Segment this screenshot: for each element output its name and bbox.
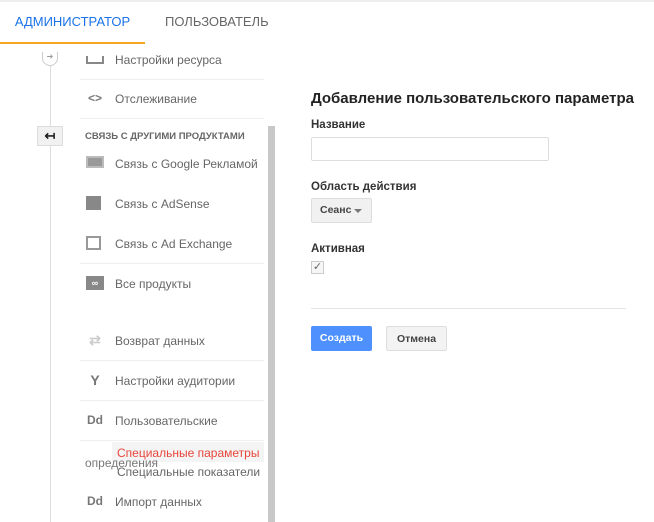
nav-all-products[interactable]: ∞ Все продукты: [80, 264, 264, 304]
active-label: Активная: [311, 243, 365, 255]
nav-custom-definitions[interactable]: Dd Пользовательские: [80, 401, 264, 441]
adexchange-icon: [86, 236, 101, 250]
nav-label: Импорт данных: [115, 495, 202, 509]
nav-audience[interactable]: Y Настройки аудитории: [80, 361, 264, 401]
postbacks-icon: ⇄: [89, 332, 101, 348]
nav-data-import[interactable]: Dd Импорт данных: [80, 482, 264, 522]
chevron-down-icon: [354, 209, 362, 217]
property-settings-icon: [86, 56, 104, 64]
scope-select[interactable]: Сеанс: [311, 198, 372, 223]
divider: [311, 308, 626, 309]
nav-label: Все продукты: [115, 277, 192, 291]
back-arrow-button[interactable]: ↤: [37, 126, 63, 146]
nav-custom-dimensions[interactable]: Специальные параметры: [117, 446, 259, 460]
circle-arrow-icon[interactable]: ➔: [42, 52, 58, 66]
audience-icon: Y: [90, 372, 100, 388]
nav-adexchange[interactable]: Связь с Ad Exchange: [80, 224, 264, 264]
scope-label: Область действия: [311, 181, 417, 193]
adsense-icon: [86, 196, 101, 210]
nav-google-ads[interactable]: Связь с Google Рекламой: [80, 144, 264, 184]
nav-label: Настройки ресурса: [115, 53, 222, 67]
all-products-icon: ∞: [86, 276, 104, 290]
nav-adsense[interactable]: Связь с AdSense: [80, 184, 264, 224]
nav-label: Связь с Google Рекламой: [115, 157, 258, 171]
code-icon: <>: [87, 91, 102, 105]
nav-tracking[interactable]: <> Отслеживание: [80, 79, 264, 119]
name-label: Название: [311, 119, 366, 131]
page-title: Добавление пользовательского параметра: [311, 90, 634, 107]
scope-value: Сеанс: [320, 204, 352, 216]
nav-label: Отслеживание: [115, 92, 197, 106]
tab-user[interactable]: Пользователь: [165, 0, 269, 44]
nav-label: Связь с AdSense: [115, 197, 210, 211]
cancel-button[interactable]: Отмена: [386, 326, 447, 351]
scrollbar[interactable]: [268, 126, 275, 522]
section-header: Связь с другими продуктами: [85, 131, 245, 142]
nav-property-settings[interactable]: Настройки ресурса: [80, 40, 264, 80]
nav-postbacks[interactable]: ⇄ Возврат данных: [80, 321, 264, 361]
dd-icon: Dd: [87, 494, 103, 508]
nav-label: Связь с Ad Exchange: [115, 237, 233, 251]
nav-label: Возврат данных: [115, 334, 205, 348]
tab-admin[interactable]: Администратор: [0, 0, 145, 44]
nav-label: Пользовательские: [115, 414, 218, 428]
active-checkbox[interactable]: ✓: [311, 261, 324, 274]
nav-label: Настройки аудитории: [115, 374, 236, 388]
nav-custom-metrics[interactable]: Специальные показатели: [117, 465, 260, 479]
ads-icon: [86, 156, 104, 168]
create-button[interactable]: Создать: [311, 326, 372, 351]
dd-icon: Dd: [87, 413, 103, 427]
name-input[interactable]: [311, 137, 549, 161]
